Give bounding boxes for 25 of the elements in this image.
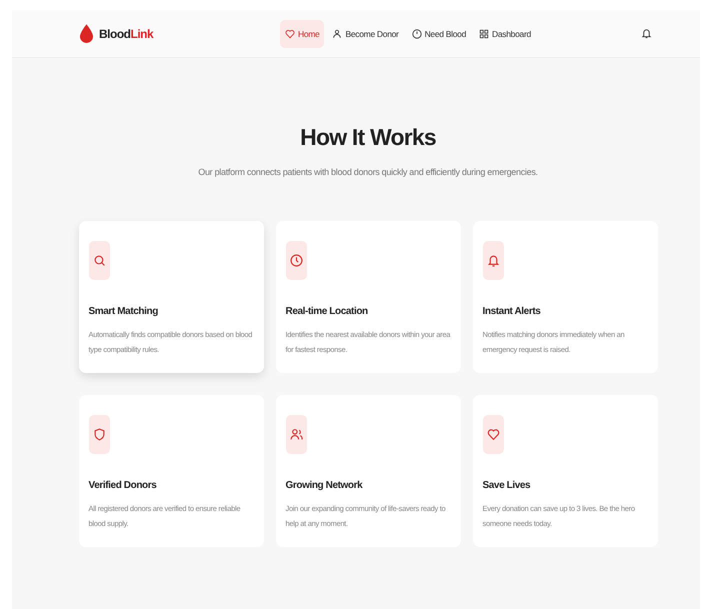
card-title: Real-time Location: [286, 306, 369, 317]
nav-link[interactable]: Dashboard: [474, 20, 536, 48]
clock-icon: [412, 28, 422, 38]
blood-drop-icon: [80, 22, 93, 44]
clock-icon: [290, 254, 302, 267]
card-title: Instant Alerts: [482, 306, 542, 317]
nav-link[interactable]: Home: [280, 20, 324, 48]
search-icon: [92, 254, 106, 267]
shield-icon: [92, 428, 106, 441]
people-icon: [290, 428, 302, 441]
section-title: How It Works: [300, 124, 436, 151]
bell-icon: [486, 254, 500, 267]
card-title: Growing Network: [286, 480, 364, 491]
heart-icon: [285, 28, 295, 38]
card-title: Save Lives: [482, 480, 532, 491]
logo-text[interactable]: BloodLink: [99, 26, 154, 40]
card-title: Verified Donors: [88, 480, 158, 491]
nav-link[interactable]: Need Blood: [406, 20, 472, 48]
grid-icon: [479, 28, 490, 38]
section-subtitle: Our platform connects patients with blood donors quickly and efficiently during emergencies.: [198, 167, 538, 177]
person-icon: [332, 28, 342, 38]
heart-icon: [486, 428, 500, 441]
notification-bell-icon[interactable]: [641, 28, 652, 39]
nav-link[interactable]: Become Donor: [327, 20, 404, 48]
card-title: Smart Matching: [88, 306, 159, 317]
